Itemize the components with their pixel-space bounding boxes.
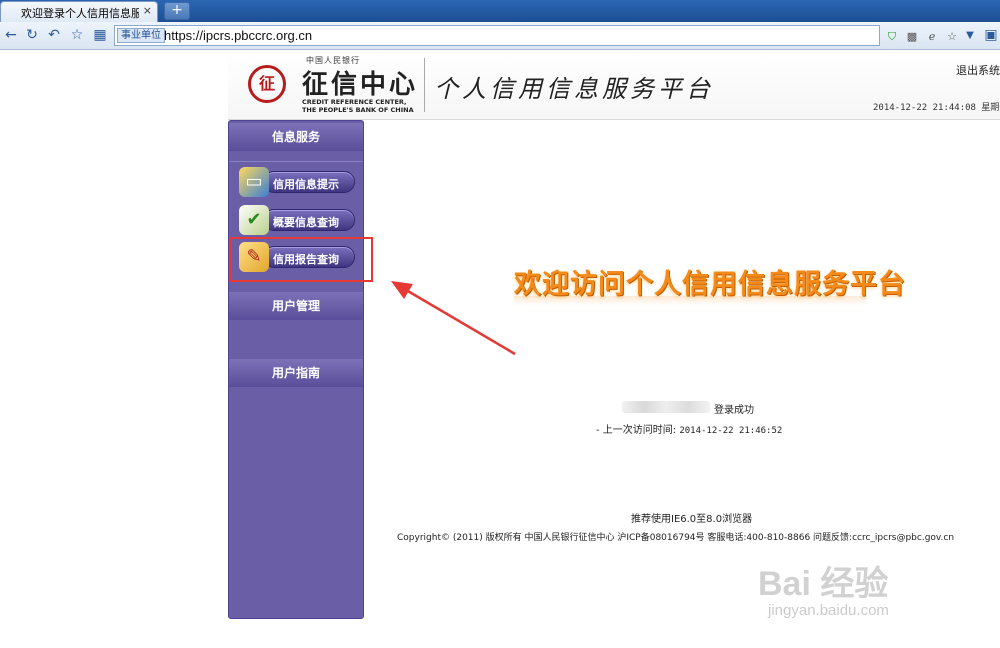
last-visit-line: - 上一次访问时间: 2014-12-22 21:46:52 <box>596 421 782 436</box>
platform-title: 个人信用信息服务平台 <box>434 75 714 103</box>
annotation-highlight-box <box>229 237 373 282</box>
sidebar-section-user-guide[interactable]: 用户指南 <box>229 359 363 387</box>
refresh-icon[interactable]: ↻ <box>24 27 40 43</box>
sidebar-section-user-management[interactable]: 用户管理 <box>229 292 363 320</box>
back-icon[interactable]: ← <box>3 27 19 43</box>
ie-mode-icon[interactable]: ℯ <box>925 30 939 44</box>
last-visit-label: - 上一次访问时间: <box>596 425 677 436</box>
sidebar-item-credit-notice[interactable]: ▭ 信用信息提示 <box>239 167 355 197</box>
credit-center-seal-logo: 征 <box>248 65 286 103</box>
annotation-arrow-icon <box>391 281 516 356</box>
browser-tab-bar: 欢迎登录个人信用信息服务平 × + <box>0 0 1000 22</box>
address-badge: 事业单位 <box>117 28 165 43</box>
bookmark-star-icon[interactable]: ☆ <box>945 30 959 44</box>
welcome-banner-reflection <box>514 296 866 306</box>
blurred-username <box>622 401 710 413</box>
apps-grid-icon[interactable]: ▦ <box>92 27 108 43</box>
logo-english-line2: THE PEOPLE'S BANK OF CHINA <box>302 106 414 114</box>
browser-recommendation: 推荐使用IE6.0至8.0浏览器 <box>631 514 753 525</box>
extension-icon[interactable]: ▣ <box>983 27 999 43</box>
baidu-jingyan-watermark: Bai 经验 <box>758 565 889 603</box>
undo-icon[interactable]: ↶ <box>46 27 62 43</box>
logo-divider <box>424 58 425 112</box>
tab-close-icon[interactable]: × <box>143 4 152 17</box>
sidebar-item-label: 概要信息查询 <box>273 216 339 229</box>
dropdown-arrow-icon[interactable]: ▼ <box>962 28 978 44</box>
sidebar-item-label: 信用信息提示 <box>273 178 339 191</box>
logout-link[interactable]: 退出系统 <box>956 62 1000 78</box>
last-visit-time: 2014-12-22 21:46:52 <box>679 426 783 436</box>
qr-code-icon[interactable]: ▩ <box>905 30 919 44</box>
favorite-star-icon[interactable]: ☆ <box>69 27 85 43</box>
security-shield-icon[interactable]: ⛉ <box>885 30 899 44</box>
sidebar-item-summary-query[interactable]: ✔ 概要信息查询 <box>239 205 355 235</box>
watermark-url: jingyan.baidu.com <box>768 602 889 619</box>
sidebar-divider <box>229 161 363 162</box>
login-success-text: 登录成功 <box>714 405 754 416</box>
browser-tab-active[interactable]: 欢迎登录个人信用信息服务平 × <box>0 1 158 22</box>
tab-title: 欢迎登录个人信用信息服务平 <box>21 7 139 20</box>
address-bar[interactable]: 事业单位 https://ipcrs.pbccrc.org.cn ⛉ ▩ ℯ ☆ <box>114 25 957 46</box>
browser-navigation-bar: ← ↻ ↶ ☆ ▦ 事业单位 https://ipcrs.pbccrc.org.… <box>0 22 1000 50</box>
copyright-footer: Copyright© (2011) 版权所有 中国人民银行征信中心 沪ICP备0… <box>397 533 955 543</box>
credit-card-icon: ▭ <box>239 167 269 197</box>
sidebar: 信息服务 ▭ 信用信息提示 ✔ 概要信息查询 ✎ 信用报告查询 用户管理 用户指… <box>228 120 364 619</box>
new-tab-button[interactable]: + <box>164 2 190 20</box>
logo-main-title: 征信中心 <box>302 70 419 100</box>
logo-english-line1: CREDIT REFERENCE CENTER, <box>302 98 407 106</box>
address-url[interactable]: https://ipcrs.pbccrc.org.cn <box>164 27 312 44</box>
site-header: 征 中国人民银行 征信中心 CREDIT REFERENCE CENTER, T… <box>228 50 1000 120</box>
current-datetime: 2014-12-22 21:44:08 星期一 <box>873 103 1000 113</box>
sidebar-section-info-service[interactable]: 信息服务 <box>229 123 363 151</box>
checkmark-document-icon: ✔ <box>239 205 269 235</box>
